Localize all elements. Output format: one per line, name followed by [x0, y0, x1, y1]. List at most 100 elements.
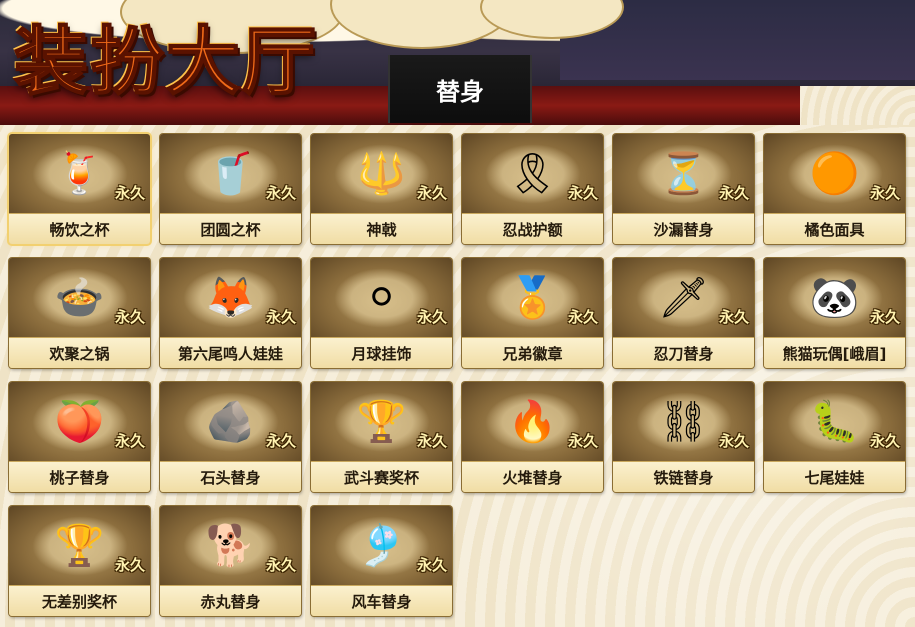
ninja-headband-icon: 🎗: [507, 151, 558, 197]
item-card[interactable]: 🏆 永久武斗赛奖杯: [311, 382, 452, 492]
duration-badge: 永久: [265, 184, 296, 202]
item-card[interactable]: ⏳ 永久沙漏替身: [613, 134, 754, 244]
brother-badge-icon: 🏅: [507, 275, 558, 321]
ninja-blade-icon: 🗡: [658, 275, 709, 321]
item-art: 🔥 永久: [462, 382, 603, 461]
item-card[interactable]: 🏅 永久兄弟徽章: [462, 258, 603, 368]
item-art: ⚪ 永久: [311, 258, 452, 337]
item-name: 兄弟徽章: [502, 345, 563, 363]
duration-badge: 永久: [869, 308, 900, 326]
item-card[interactable]: 🐛 永久七尾娃娃: [764, 382, 905, 492]
item-art: 🍲 永久: [9, 258, 150, 337]
duration-badge: 永久: [265, 432, 296, 450]
item-name: 熊猫玩偶[峨眉]: [782, 345, 887, 363]
item-label-bar: 铁链替身: [613, 461, 754, 492]
item-name: 团圆之杯: [200, 221, 261, 239]
item-art: 🏆 永久: [9, 506, 150, 585]
divine-halberd-icon: 🔱: [356, 151, 407, 197]
pinwheel-icon: 🎐: [356, 523, 407, 569]
item-art: 🐼 永久: [764, 258, 905, 337]
duration-badge: 永久: [416, 184, 447, 202]
item-label-bar: 欢聚之锅: [9, 337, 150, 368]
moon-charm-icon: ⚪: [364, 275, 399, 321]
item-label-bar: 月球挂饰: [311, 337, 452, 368]
item-card[interactable]: 🐼 永久熊猫玩偶[峨眉]: [764, 258, 905, 368]
item-art: 🗡 永久: [613, 258, 754, 337]
item-card[interactable]: 🔱 永久神戟: [311, 134, 452, 244]
campfire-icon: 🔥: [507, 399, 558, 445]
item-name: 月球挂饰: [351, 345, 412, 363]
item-art: 🟠 永久: [764, 134, 905, 213]
tournament-trophy-icon: 🏆: [356, 399, 407, 445]
item-card[interactable]: ⛓ 永久铁链替身: [613, 382, 754, 492]
reunion-cup-icon: 🥤: [205, 151, 256, 197]
duration-badge: 永久: [869, 184, 900, 202]
item-card[interactable]: 🍹 永久 畅饮之杯: [9, 134, 150, 244]
duration-badge: 永久: [567, 184, 598, 202]
item-card[interactable]: 🥤 永久团圆之杯: [160, 134, 301, 244]
item-label-bar: 畅饮之杯: [9, 213, 150, 244]
item-card[interactable]: 🐕 永久赤丸替身: [160, 506, 301, 616]
duration-badge: 永久: [265, 556, 296, 574]
item-label-bar: 第六尾鸣人娃娃: [160, 337, 301, 368]
stone-icon: 🪨: [205, 399, 256, 445]
item-art: ⏳ 永久: [613, 134, 754, 213]
item-card[interactable]: 🎗 永久忍战护额: [462, 134, 603, 244]
item-art: 🐛 永久: [764, 382, 905, 461]
duration-badge: 永久: [416, 432, 447, 450]
item-label-bar: 团圆之杯: [160, 213, 301, 244]
item-art: 🥤 永久: [160, 134, 301, 213]
item-label-bar: 沙漏替身: [613, 213, 754, 244]
item-name: 欢聚之锅: [49, 345, 110, 363]
item-art: 🏅 永久: [462, 258, 603, 337]
item-card[interactable]: 🪨 永久石头替身: [160, 382, 301, 492]
item-art: 🍹 永久: [9, 134, 150, 213]
item-label-bar: 赤丸替身: [160, 585, 301, 616]
duration-badge: 永久: [416, 308, 447, 326]
item-card[interactable]: 🏆 永久 无差别奖杯: [9, 506, 150, 616]
duration-badge: 永久: [114, 432, 145, 450]
duration-badge: 永久: [416, 556, 447, 574]
item-name: 武斗赛奖杯: [343, 469, 419, 487]
item-label-bar: 武斗赛奖杯: [311, 461, 452, 492]
item-art: 🎗 永久: [462, 134, 603, 213]
duration-badge: 永久: [718, 184, 749, 202]
akamaru-dog-icon: 🐕: [205, 523, 256, 569]
duration-badge: 永久: [567, 308, 598, 326]
item-name: 七尾娃娃: [804, 469, 865, 487]
iron-chain-icon: ⛓: [658, 399, 709, 445]
item-art: 🔱 永久: [311, 134, 452, 213]
item-label-bar: 熊猫玩偶[峨眉]: [764, 337, 905, 368]
item-card[interactable]: 🗡 永久忍刀替身: [613, 258, 754, 368]
item-card[interactable]: 🦊 永久第六尾鸣人娃娃: [160, 258, 301, 368]
item-name: 铁链替身: [653, 469, 714, 487]
item-name: 沙漏替身: [653, 221, 714, 239]
item-label-bar: 火堆替身: [462, 461, 603, 492]
duration-badge: 永久: [869, 432, 900, 450]
item-card[interactable]: 🟠 永久 橘色面具: [764, 134, 905, 244]
duration-badge: 永久: [265, 308, 296, 326]
item-name: 赤丸替身: [200, 593, 261, 611]
item-label-bar: 桃子替身: [9, 461, 150, 492]
hotpot-icon: 🍲: [54, 275, 105, 321]
item-name: 忍刀替身: [653, 345, 714, 363]
seven-tail-doll-icon: 🐛: [809, 399, 860, 445]
item-card[interactable]: 🔥 永久火堆替身: [462, 382, 603, 492]
tab-substitute[interactable]: 替身: [388, 55, 532, 123]
item-card[interactable]: 🍲 永久欢聚之锅: [9, 258, 150, 368]
fox-doll-icon: 🦊: [205, 275, 256, 321]
hourglass-icon: ⏳: [658, 151, 709, 197]
item-label-bar: 神戟: [311, 213, 452, 244]
item-art: ⛓ 永久: [613, 382, 754, 461]
item-art: 🏆 永久: [311, 382, 452, 461]
item-card[interactable]: 🎐 永久 风车替身: [311, 506, 452, 616]
orange-mask-icon: 🟠: [809, 151, 860, 197]
open-trophy-icon: 🏆: [54, 523, 105, 569]
item-card[interactable]: 🍑 永久 桃子替身: [9, 382, 150, 492]
item-name: 忍战护额: [502, 221, 563, 239]
drink-cup-icon: 🍹: [54, 151, 105, 197]
page-title-logo: 装扮大厅: [13, 18, 318, 106]
item-card[interactable]: ⚪ 永久月球挂饰: [311, 258, 452, 368]
item-label-bar: 石头替身: [160, 461, 301, 492]
duration-badge: 永久: [567, 432, 598, 450]
